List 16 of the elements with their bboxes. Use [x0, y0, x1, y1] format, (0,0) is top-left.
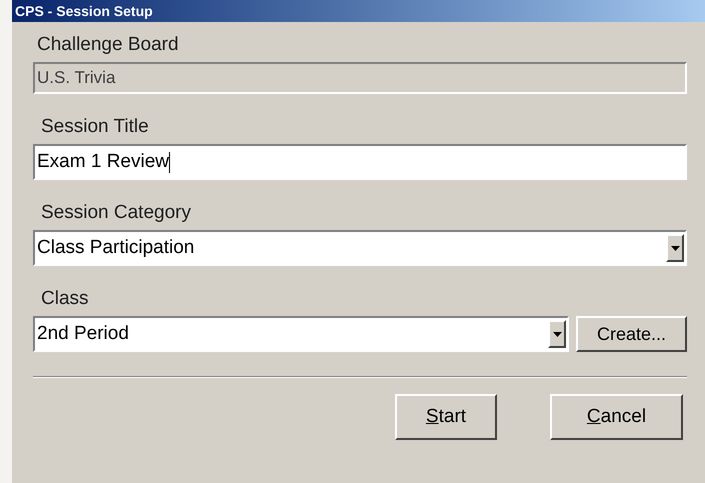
- caret-down-icon: [552, 332, 562, 336]
- field-label: Class: [40, 287, 90, 311]
- caret-down-icon: [670, 246, 680, 250]
- input-field[interactable]: Exam 1 Review: [33, 144, 687, 180]
- dropdown-field[interactable]: 2nd Period: [33, 316, 569, 352]
- window-title: CPS - Session Setup: [12, 0, 705, 22]
- dialog-button[interactable]: Start: [395, 394, 497, 440]
- create-button[interactable]: Create...: [576, 316, 687, 352]
- dropdown-arrow-button[interactable]: [548, 320, 566, 348]
- dropdown-arrow-button[interactable]: [666, 234, 684, 262]
- input-field[interactable]: U.S. Trivia: [33, 62, 687, 94]
- field-label: Challenge Board: [36, 33, 180, 57]
- field-label: Session Category: [40, 201, 192, 225]
- dropdown-field[interactable]: Class Participation: [33, 230, 687, 266]
- field-label: Session Title: [40, 115, 150, 139]
- dialog-button[interactable]: Cancel: [550, 394, 683, 440]
